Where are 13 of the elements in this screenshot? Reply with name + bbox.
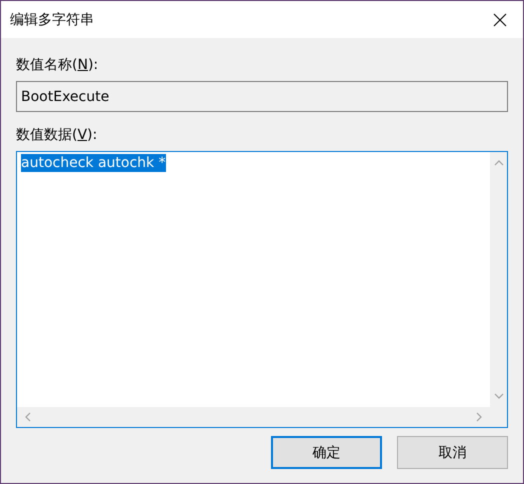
ok-button[interactable]: 确定 xyxy=(271,436,382,469)
value-data-label: 数值数据(V): xyxy=(16,126,98,144)
cancel-button[interactable]: 取消 xyxy=(397,436,508,469)
scroll-left-icon[interactable] xyxy=(23,412,33,422)
close-icon xyxy=(493,12,507,26)
horizontal-scrollbar[interactable] xyxy=(17,407,490,427)
scroll-up-icon[interactable] xyxy=(494,158,504,168)
scroll-right-icon[interactable] xyxy=(474,412,484,422)
value-data-field[interactable]: autocheck autochk * xyxy=(16,151,508,428)
value-name-label: 数值名称(N): xyxy=(16,56,100,74)
vertical-scrollbar[interactable] xyxy=(490,152,507,407)
window-title: 编辑多字符串 xyxy=(10,10,94,28)
scroll-down-icon[interactable] xyxy=(494,391,504,401)
